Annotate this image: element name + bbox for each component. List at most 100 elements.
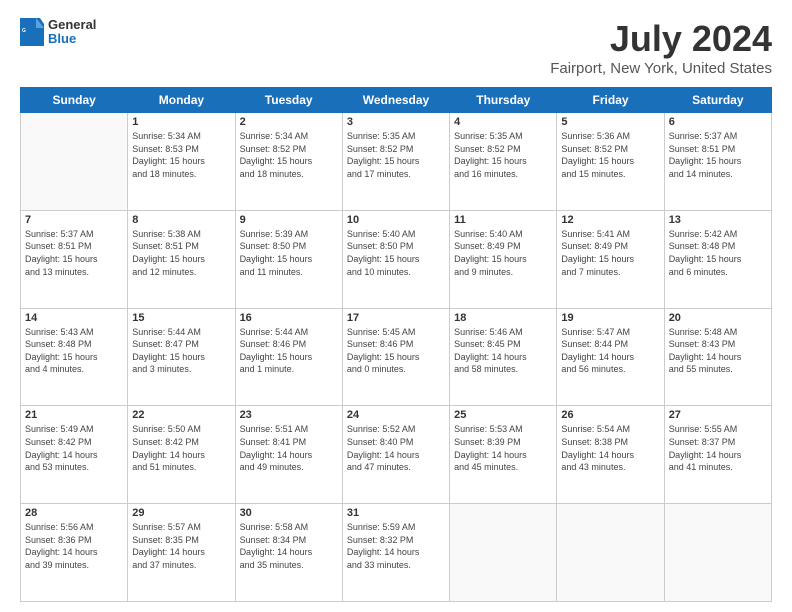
day-number: 9: [240, 214, 338, 226]
logo: G General Blue: [20, 18, 96, 47]
calendar-cell: 13Sunrise: 5:42 AM Sunset: 8:48 PM Dayli…: [664, 210, 771, 308]
day-number: 8: [132, 214, 230, 226]
day-details: Sunrise: 5:36 AM Sunset: 8:52 PM Dayligh…: [561, 130, 659, 180]
svg-text:G: G: [22, 28, 26, 34]
day-number: 28: [25, 507, 123, 519]
calendar-cell: 29 Sunrise: 5:57 AM Sunset: 8:35 PM Dayli…: [128, 504, 235, 602]
calendar-cell: 9Sunrise: 5:39 AM Sunset: 8:50 PM Daylig…: [235, 210, 342, 308]
day-details: Sunrise: 5:37 AM Sunset: 8:51 PM Dayligh…: [25, 228, 123, 278]
calendar-cell: 1 Sunrise: 5:34 AM Sunset: 8:53 PM Daylig…: [128, 113, 235, 211]
day-header-thursday: Thursday: [450, 88, 557, 113]
day-header-sunday: Sunday: [21, 88, 128, 113]
day-details: Sunrise: 5:38 AM Sunset: 8:51 PM Dayligh…: [132, 228, 230, 278]
calendar-cell: 25 Sunrise: 5:53 AM Sunset: 8:39 PM Dayli…: [450, 406, 557, 504]
day-details: Sunrise: 5:50 AM Sunset: 8:42 PM Dayligh…: [132, 423, 230, 473]
day-details: Sunrise: 5:41 AM Sunset: 8:49 PM Dayligh…: [561, 228, 659, 278]
calendar-cell: 19 Sunrise: 5:47 AM Sunset: 8:44 PM Dayli…: [557, 308, 664, 406]
calendar-cell: [450, 504, 557, 602]
day-details: Sunrise: 5:44 AM Sunset: 8:47 PM Dayligh…: [132, 326, 230, 376]
calendar-cell: 12 Sunrise: 5:41 AM Sunset: 8:49 PM Dayli…: [557, 210, 664, 308]
day-number: 31: [347, 507, 445, 519]
day-number: 26: [561, 409, 659, 421]
day-number: 13: [669, 214, 767, 226]
calendar-cell: 11Sunrise: 5:40 AM Sunset: 8:49 PM Dayli…: [450, 210, 557, 308]
title-block: July 2024 Fairport, New York, United Sta…: [550, 18, 772, 77]
day-number: 1: [132, 116, 230, 128]
day-header-monday: Monday: [128, 88, 235, 113]
day-details: Sunrise: 5:45 AM Sunset: 8:46 PM Dayligh…: [347, 326, 445, 376]
day-number: 11: [454, 214, 552, 226]
day-number: 4: [454, 116, 552, 128]
day-number: 12: [561, 214, 659, 226]
calendar-cell: 7 Sunrise: 5:37 AM Sunset: 8:51 PM Daylig…: [21, 210, 128, 308]
day-details: Sunrise: 5:51 AM Sunset: 8:41 PM Dayligh…: [240, 423, 338, 473]
day-details: Sunrise: 5:58 AM Sunset: 8:34 PM Dayligh…: [240, 521, 338, 571]
day-details: Sunrise: 5:56 AM Sunset: 8:36 PM Dayligh…: [25, 521, 123, 571]
calendar-cell: 28 Sunrise: 5:56 AM Sunset: 8:36 PM Dayli…: [21, 504, 128, 602]
calendar-cell: 10 Sunrise: 5:40 AM Sunset: 8:50 PM Dayli…: [342, 210, 449, 308]
logo-text: General Blue: [48, 18, 96, 47]
calendar-cell: [21, 113, 128, 211]
calendar-cell: 23Sunrise: 5:51 AM Sunset: 8:41 PM Dayli…: [235, 406, 342, 504]
day-number: 19: [561, 312, 659, 324]
day-details: Sunrise: 5:34 AM Sunset: 8:53 PM Dayligh…: [132, 130, 230, 180]
day-header-friday: Friday: [557, 88, 664, 113]
day-number: 18: [454, 312, 552, 324]
calendar-cell: 15 Sunrise: 5:44 AM Sunset: 8:47 PM Dayli…: [128, 308, 235, 406]
day-details: Sunrise: 5:35 AM Sunset: 8:52 PM Dayligh…: [454, 130, 552, 180]
logo-general: General: [48, 18, 96, 32]
calendar-cell: 5 Sunrise: 5:36 AM Sunset: 8:52 PM Daylig…: [557, 113, 664, 211]
calendar-cell: 20 Sunrise: 5:48 AM Sunset: 8:43 PM Dayli…: [664, 308, 771, 406]
day-details: Sunrise: 5:59 AM Sunset: 8:32 PM Dayligh…: [347, 521, 445, 571]
calendar-week-3: 14Sunrise: 5:43 AM Sunset: 8:48 PM Dayli…: [21, 308, 772, 406]
day-number: 17: [347, 312, 445, 324]
day-number: 22: [132, 409, 230, 421]
day-details: Sunrise: 5:57 AM Sunset: 8:35 PM Dayligh…: [132, 521, 230, 571]
day-number: 14: [25, 312, 123, 324]
day-details: Sunrise: 5:55 AM Sunset: 8:37 PM Dayligh…: [669, 423, 767, 473]
day-header-saturday: Saturday: [664, 88, 771, 113]
logo-icon: G: [20, 18, 44, 46]
calendar-subtitle: Fairport, New York, United States: [550, 60, 772, 77]
day-details: Sunrise: 5:44 AM Sunset: 8:46 PM Dayligh…: [240, 326, 338, 376]
day-number: 7: [25, 214, 123, 226]
calendar-cell: 22 Sunrise: 5:50 AM Sunset: 8:42 PM Dayli…: [128, 406, 235, 504]
day-number: 20: [669, 312, 767, 324]
day-number: 29: [132, 507, 230, 519]
day-number: 2: [240, 116, 338, 128]
day-details: Sunrise: 5:49 AM Sunset: 8:42 PM Dayligh…: [25, 423, 123, 473]
day-number: 24: [347, 409, 445, 421]
calendar-cell: 4 Sunrise: 5:35 AM Sunset: 8:52 PM Daylig…: [450, 113, 557, 211]
day-details: Sunrise: 5:47 AM Sunset: 8:44 PM Dayligh…: [561, 326, 659, 376]
logo-blue: Blue: [48, 32, 96, 46]
day-details: Sunrise: 5:52 AM Sunset: 8:40 PM Dayligh…: [347, 423, 445, 473]
day-number: 10: [347, 214, 445, 226]
calendar-cell: 21Sunrise: 5:49 AM Sunset: 8:42 PM Dayli…: [21, 406, 128, 504]
day-number: 5: [561, 116, 659, 128]
day-number: 30: [240, 507, 338, 519]
calendar-cell: 14Sunrise: 5:43 AM Sunset: 8:48 PM Dayli…: [21, 308, 128, 406]
day-number: 25: [454, 409, 552, 421]
day-number: 15: [132, 312, 230, 324]
day-details: Sunrise: 5:54 AM Sunset: 8:38 PM Dayligh…: [561, 423, 659, 473]
calendar-table: SundayMondayTuesdayWednesdayThursdayFrid…: [20, 87, 772, 602]
day-details: Sunrise: 5:53 AM Sunset: 8:39 PM Dayligh…: [454, 423, 552, 473]
day-number: 16: [240, 312, 338, 324]
day-details: Sunrise: 5:34 AM Sunset: 8:52 PM Dayligh…: [240, 130, 338, 180]
calendar-cell: 16 Sunrise: 5:44 AM Sunset: 8:46 PM Dayli…: [235, 308, 342, 406]
page: G General Blue July 2024 Fairport, New Y…: [0, 0, 792, 612]
day-number: 27: [669, 409, 767, 421]
calendar-header-row: SundayMondayTuesdayWednesdayThursdayFrid…: [21, 88, 772, 113]
calendar-week-2: 7 Sunrise: 5:37 AM Sunset: 8:51 PM Daylig…: [21, 210, 772, 308]
calendar-cell: 24 Sunrise: 5:52 AM Sunset: 8:40 PM Dayli…: [342, 406, 449, 504]
day-details: Sunrise: 5:48 AM Sunset: 8:43 PM Dayligh…: [669, 326, 767, 376]
calendar-cell: 18 Sunrise: 5:46 AM Sunset: 8:45 PM Dayli…: [450, 308, 557, 406]
day-details: Sunrise: 5:40 AM Sunset: 8:50 PM Dayligh…: [347, 228, 445, 278]
calendar-cell: 30 Sunrise: 5:58 AM Sunset: 8:34 PM Dayli…: [235, 504, 342, 602]
calendar-cell: 6Sunrise: 5:37 AM Sunset: 8:51 PM Daylig…: [664, 113, 771, 211]
day-number: 3: [347, 116, 445, 128]
calendar-cell: 17 Sunrise: 5:45 AM Sunset: 8:46 PM Dayli…: [342, 308, 449, 406]
calendar-week-5: 28 Sunrise: 5:56 AM Sunset: 8:36 PM Dayli…: [21, 504, 772, 602]
calendar-cell: [557, 504, 664, 602]
day-details: Sunrise: 5:46 AM Sunset: 8:45 PM Dayligh…: [454, 326, 552, 376]
